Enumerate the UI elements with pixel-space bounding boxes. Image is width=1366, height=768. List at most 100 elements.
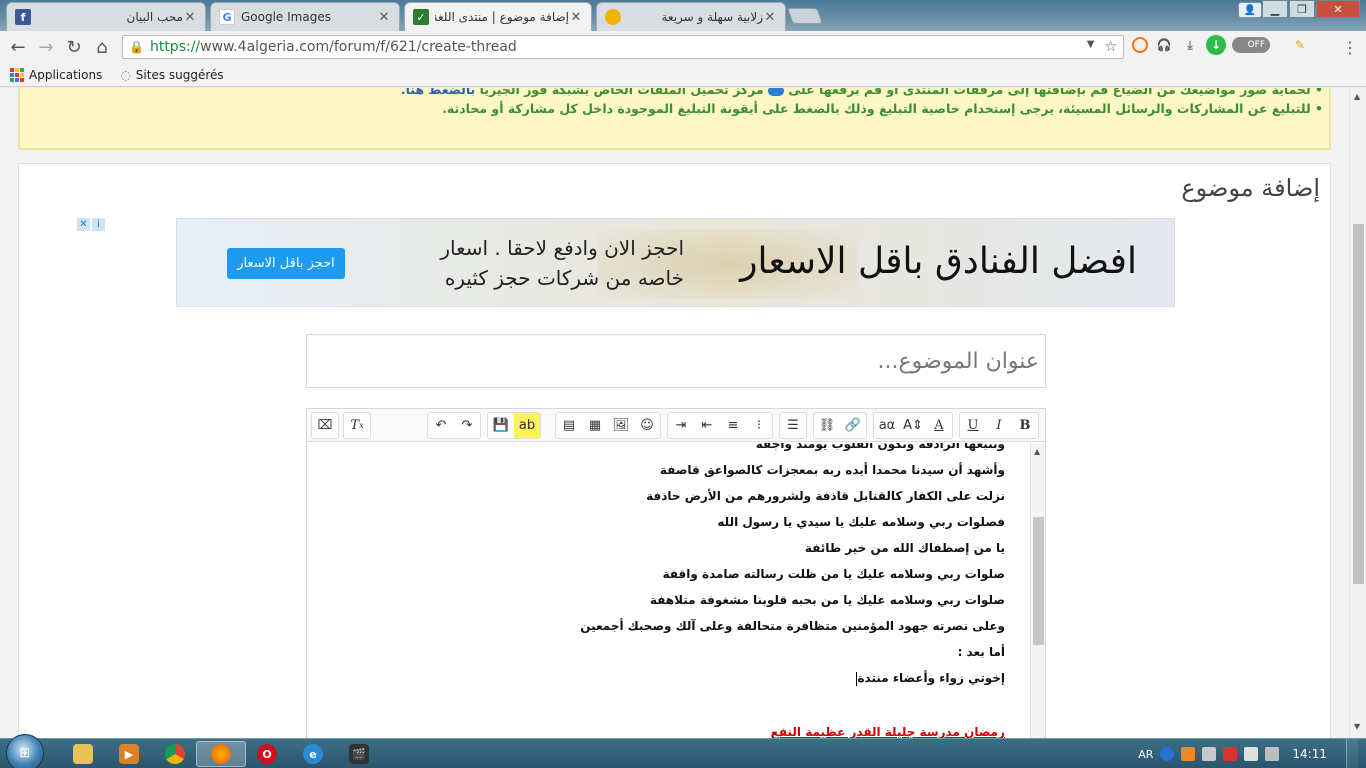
bold-icon[interactable]: B: [1012, 413, 1038, 438]
toolbar-group-history: ↶ ↷: [427, 412, 481, 439]
taskbar-explorer[interactable]: [58, 741, 108, 767]
quote-icon[interactable]: ▤: [556, 413, 582, 438]
editor-scroll-thumb[interactable]: [1033, 517, 1044, 645]
tab-create-thread[interactable]: ✓ إضافة موضوع | منتدى اللغة الجز ✕: [404, 2, 592, 31]
pencil-icon[interactable]: ✎: [1290, 35, 1310, 55]
profile-icon[interactable]: 👤: [1238, 2, 1262, 18]
page-scroll-thumb[interactable]: [1353, 224, 1364, 584]
tray-flag-icon[interactable]: [1244, 747, 1259, 761]
numbered-list-icon[interactable]: ≡: [720, 413, 746, 438]
link-icon[interactable]: 🔗: [840, 413, 866, 438]
toolbar-group-insert: ▤ ▦ 🖼 ☺: [555, 412, 661, 439]
notice-box: • لحماية صور مواضيعك من الضياع قم بإضافت…: [18, 88, 1331, 150]
notice-link[interactable]: بالضغط هنا.: [401, 88, 475, 97]
clock[interactable]: 14:11: [1292, 747, 1327, 761]
star-icon[interactable]: ☆: [1104, 39, 1117, 55]
download-icon[interactable]: ⤓: [1180, 35, 1200, 55]
language-indicator[interactable]: AR: [1138, 748, 1153, 761]
taskbar-opera[interactable]: O: [242, 741, 292, 767]
dropdown-icon[interactable]: ▼: [1087, 39, 1095, 55]
ad-book-button[interactable]: احجز باقل الاسعار: [227, 248, 345, 279]
taskbar-ie[interactable]: e: [288, 741, 338, 767]
extension-orange-icon[interactable]: [1132, 37, 1148, 53]
maximize-button[interactable]: ❐: [1289, 0, 1315, 18]
toggle-off-switch[interactable]: OFF: [1232, 37, 1270, 53]
scroll-up-icon[interactable]: ▲: [1034, 447, 1040, 456]
media-icon[interactable]: ▦: [582, 413, 608, 438]
show-desktop-button[interactable]: [1346, 739, 1358, 768]
forward-button[interactable]: →: [32, 33, 60, 61]
ad-banner[interactable]: احجز باقل الاسعار احجز الان وادفع لاحقا …: [176, 218, 1175, 307]
taskbar-firefox[interactable]: [196, 741, 246, 767]
back-button[interactable]: ←: [4, 33, 32, 61]
tray-security-icon[interactable]: [1223, 747, 1238, 761]
save-draft-icon[interactable]: 💾: [488, 413, 514, 438]
bookmark-apps[interactable]: Applications: [10, 67, 102, 82]
undo-icon[interactable]: ↶: [428, 413, 454, 438]
ad-close-icon[interactable]: ✕: [77, 218, 90, 231]
tab-google-images[interactable]: G Google Images ✕: [210, 2, 400, 31]
toolbar-group-source: ⌧: [311, 412, 339, 439]
taskbar-media-player[interactable]: ▶: [104, 741, 154, 767]
scroll-down-icon[interactable]: ▼: [1354, 722, 1360, 731]
menu-icon[interactable]: ⋮: [1342, 38, 1358, 57]
taskbar-video-editor[interactable]: 🎬: [334, 741, 384, 767]
image-icon[interactable]: 🖼: [608, 413, 634, 438]
media-player-icon: ▶: [119, 744, 139, 764]
underline-icon[interactable]: U: [960, 413, 986, 438]
notice-line-1: • لحماية صور مواضيعك من الضياع قم بإضافت…: [26, 88, 1323, 99]
indent-icon[interactable]: ⇥: [668, 413, 694, 438]
italic-icon[interactable]: I: [986, 413, 1012, 438]
ad-info-icon[interactable]: i: [92, 218, 105, 231]
notice-text: • لحماية صور مواضيعك من الضياع قم بإضافت…: [788, 88, 1323, 97]
forum-icon: ✓: [413, 9, 429, 25]
editor-content[interactable]: وتتبعها الرادفة وتكون القلوب يومئذ واجفة…: [307, 443, 1029, 738]
start-button[interactable]: ⊞: [6, 734, 44, 768]
close-icon[interactable]: ✕: [183, 10, 197, 25]
editor-line: يا من إصطفاك الله من خير طائفة: [804, 541, 1005, 555]
headphones-icon[interactable]: 🎧: [1154, 35, 1174, 55]
minimize-button[interactable]: ▁: [1262, 0, 1288, 18]
smiley-icon[interactable]: ☺: [634, 413, 660, 438]
align-icon[interactable]: ☰: [780, 413, 806, 438]
font-family-icon[interactable]: aα: [874, 413, 900, 438]
page-title: إضافة موضوع: [1181, 174, 1320, 202]
spellcheck-icon[interactable]: ab: [514, 413, 540, 438]
tray-help-icon[interactable]: [1160, 747, 1175, 761]
url-scheme: https://: [149, 39, 201, 55]
editor-line: وأشهد أن سيدنا محمدا أيده ربه بمعجزات كا…: [659, 463, 1005, 477]
toolbar-group-align: ☰: [779, 412, 807, 439]
thread-title-input[interactable]: عنوان الموضوع...: [306, 334, 1046, 388]
taskbar-chrome[interactable]: [150, 741, 200, 767]
clear-format-icon[interactable]: Tx: [344, 413, 370, 438]
unlink-icon[interactable]: ⛓: [814, 413, 840, 438]
font-size-icon[interactable]: A⇕: [900, 413, 926, 438]
editor-toolbar: ⌧ Tx ↶ ↷ 💾 ab ▤ ▦ 🖼 ☺ ⇥ ⇤ ≡ ⁝ ☰ ⛓ 🔗 aα A…: [307, 409, 1045, 442]
close-icon[interactable]: ✕: [763, 10, 777, 25]
bookmark-suggested[interactable]: ◌ Sites suggérés: [120, 68, 223, 82]
tab-recipe[interactable]: زلابية سهلة و سريعة ✕: [596, 2, 786, 31]
page-scrollbar[interactable]: ▲ ▼: [1349, 88, 1366, 738]
new-tab-button[interactable]: [787, 8, 823, 24]
scroll-up-icon[interactable]: ▲: [1354, 92, 1360, 101]
green-download-icon[interactable]: ↓: [1206, 35, 1226, 55]
home-button[interactable]: ⌂: [88, 33, 116, 61]
tray-volume-icon[interactable]: [1265, 747, 1280, 761]
font-color-icon[interactable]: A: [926, 413, 952, 438]
notice-text: مركز تحميل الملفات الخاص بشبكة فور الجير…: [479, 88, 764, 97]
close-icon[interactable]: ✕: [569, 10, 583, 25]
toolbar-group-font: aα A⇕ A: [873, 412, 953, 439]
toolbar-group-style: U I B: [959, 412, 1039, 439]
outdent-icon[interactable]: ⇤: [694, 413, 720, 438]
address-bar[interactable]: 🔒 https:// www.4algeria.com/forum/f/621/…: [122, 35, 1124, 59]
reload-button[interactable]: ↻: [60, 33, 88, 61]
tray-app-icon[interactable]: [1181, 747, 1196, 761]
source-mode-icon[interactable]: ⌧: [312, 413, 338, 438]
window-close-button[interactable]: ✕: [1316, 0, 1360, 18]
close-icon[interactable]: ✕: [377, 10, 391, 25]
tab-facebook[interactable]: f محب البيان ✕: [6, 2, 206, 31]
editor-scrollbar[interactable]: ▲: [1030, 443, 1045, 738]
tray-network-icon[interactable]: [1202, 747, 1217, 761]
bulleted-list-icon[interactable]: ⁝: [746, 413, 772, 438]
redo-icon[interactable]: ↷: [454, 413, 480, 438]
